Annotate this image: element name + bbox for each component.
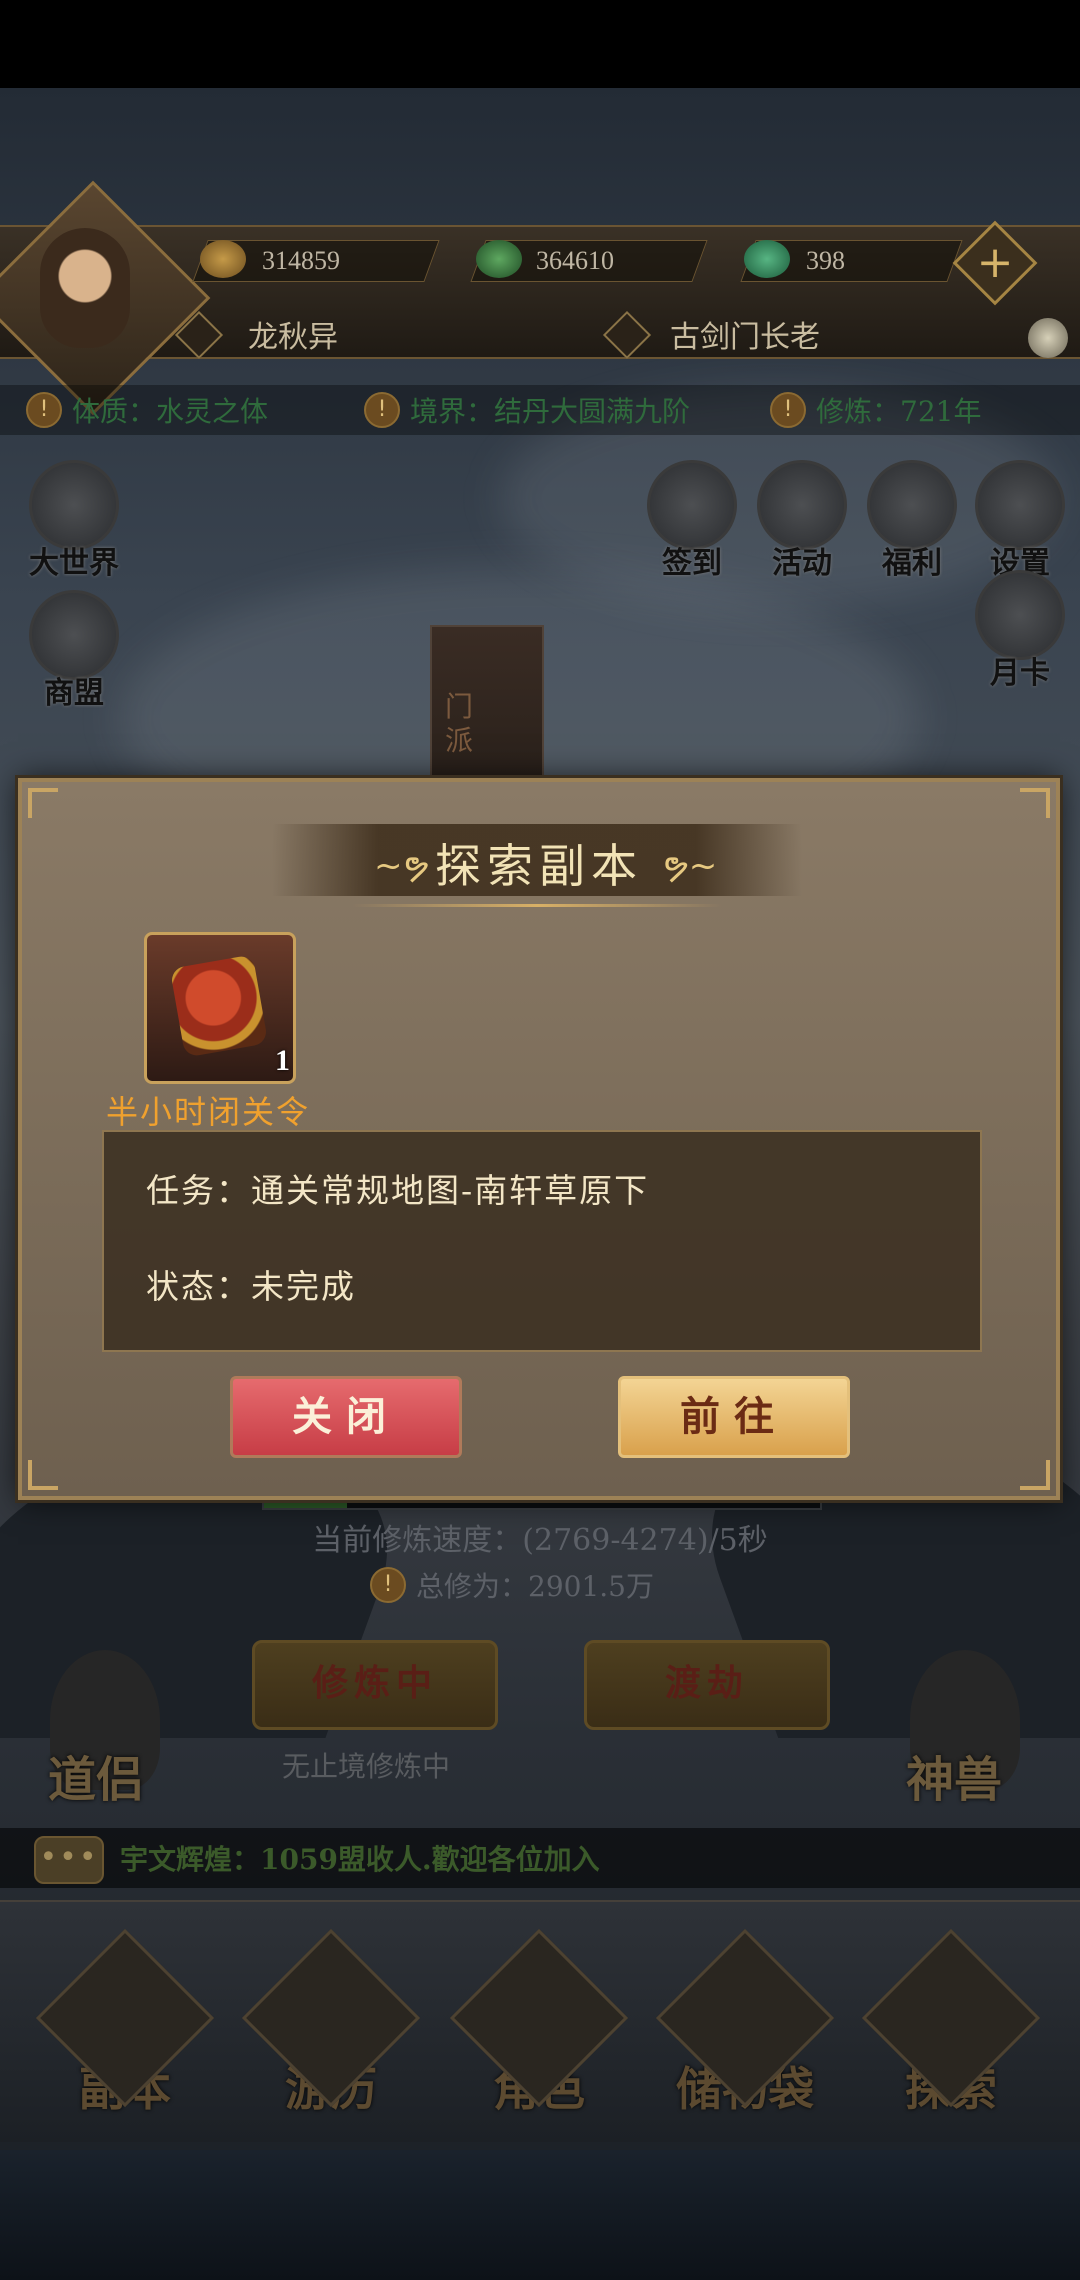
nav-storage[interactable]: 储物袋 xyxy=(655,1928,835,2119)
activity-label: 活动 xyxy=(772,546,832,581)
chat-dots: ••• xyxy=(39,1840,99,1875)
cultivation-text: 修炼：721年 xyxy=(816,395,982,428)
reward-quantity: 1 xyxy=(275,1044,290,1077)
avatar[interactable] xyxy=(40,228,130,348)
player-name: 龙秋异 xyxy=(248,320,338,355)
frame-corner xyxy=(1020,788,1050,818)
leaf-icon xyxy=(476,240,522,278)
lamp-icon[interactable] xyxy=(1028,318,1068,358)
title-underline xyxy=(352,904,722,907)
activity-icon xyxy=(757,460,847,550)
welfare-button[interactable]: 福利 xyxy=(862,460,962,582)
practicing-status: 无止境修炼中 xyxy=(282,1750,451,1783)
practicing-button[interactable]: 修炼中 xyxy=(252,1640,498,1730)
plus-icon: + xyxy=(976,237,1014,288)
spirit-stone-icon xyxy=(744,240,790,278)
status-bar xyxy=(0,0,1080,88)
physique-text: 体质：水灵之体 xyxy=(72,395,269,428)
gold-icon xyxy=(200,240,246,278)
spirit-value: 398 xyxy=(806,246,845,275)
realm-text: 境界：结丹大圆满九阶 xyxy=(410,395,691,428)
nav-character[interactable]: 角色 xyxy=(449,1928,629,2119)
beast-label[interactable]: 神兽 xyxy=(906,1740,1002,1810)
seclusion-token-icon xyxy=(169,954,269,1058)
scroll-icon xyxy=(647,460,737,550)
checkin-button[interactable]: 签到 xyxy=(642,460,742,582)
total-text: 总修为：2901.5万 xyxy=(416,1570,654,1603)
jade-value: 364610 xyxy=(536,246,614,275)
world-map-icon xyxy=(29,460,119,550)
world-button[interactable]: 大世界 xyxy=(14,460,134,582)
merchant-label: 商盟 xyxy=(44,676,104,711)
settings-button[interactable]: 设置 xyxy=(970,460,1070,582)
nav-dungeon[interactable]: 副本 xyxy=(35,1928,215,2119)
reward-name: 半小时闭关令 xyxy=(106,1093,311,1131)
cultivation-speed: 当前修炼速度：(2769-4274)/5秒 xyxy=(312,1523,768,1558)
monthly-card-label: 月卡 xyxy=(990,656,1050,691)
chat-icon[interactable]: ••• xyxy=(34,1836,104,1884)
physique-info[interactable]: ! 体质：水灵之体 xyxy=(26,385,268,435)
activity-button[interactable]: 活动 xyxy=(752,460,852,582)
task-text: 任务：通关常规地图-南轩草原下 xyxy=(146,1171,650,1210)
pavilion-label: 门派 xyxy=(445,690,474,757)
card-icon xyxy=(975,570,1065,660)
frame-corner xyxy=(1020,1460,1050,1490)
sect-title: 古剑门长老 xyxy=(670,320,820,355)
welfare-label: 福利 xyxy=(882,546,942,581)
nav-travel[interactable]: 游历 xyxy=(241,1928,421,2119)
companion-label[interactable]: 道侣 xyxy=(48,1740,144,1810)
chat-message: 宇文辉煌：1059盟收人.歡迎各位加入 xyxy=(120,1843,600,1876)
merchant-icon xyxy=(29,590,119,680)
gift-icon xyxy=(867,460,957,550)
merchant-button[interactable]: 商盟 xyxy=(14,590,134,712)
frame-corner xyxy=(28,788,58,818)
tribulation-button[interactable]: 渡劫 xyxy=(584,1640,830,1730)
reward-item[interactable] xyxy=(144,932,296,1084)
status-text: 状态：未完成 xyxy=(146,1267,356,1306)
dialog-title: 探索副本 xyxy=(435,839,643,893)
checkin-label: 签到 xyxy=(662,546,722,581)
world-label: 大世界 xyxy=(29,546,119,581)
frame-corner xyxy=(28,1460,58,1490)
bottom-band xyxy=(0,2150,1080,2280)
gear-icon xyxy=(975,460,1065,550)
alert-icon: ! xyxy=(770,392,806,428)
gold-value: 314859 xyxy=(262,246,340,275)
monthly-card-button[interactable]: 月卡 xyxy=(970,570,1070,692)
close-button[interactable]: 关闭 xyxy=(230,1376,462,1458)
realm-info[interactable]: ! 境界：结丹大圆满九阶 xyxy=(364,385,690,435)
go-button[interactable]: 前往 xyxy=(618,1376,850,1458)
total-cultivation: ! 总修为：2901.5万 xyxy=(370,1565,654,1605)
cultivation-info[interactable]: ! 修炼：721年 xyxy=(770,385,981,435)
explore-dungeon-dialog: ~ຯ ຯ~ 探索副本 1 半小时闭关令 任务：通关常规地图-南轩草原下 状态：未… xyxy=(18,778,1060,1500)
alert-icon: ! xyxy=(364,392,400,428)
task-box: 任务：通关常规地图-南轩草原下 状态：未完成 xyxy=(102,1130,982,1352)
nav-explore[interactable]: 探索 xyxy=(861,1928,1041,2119)
alert-icon: ! xyxy=(370,1567,406,1603)
alert-icon: ! xyxy=(26,392,62,428)
